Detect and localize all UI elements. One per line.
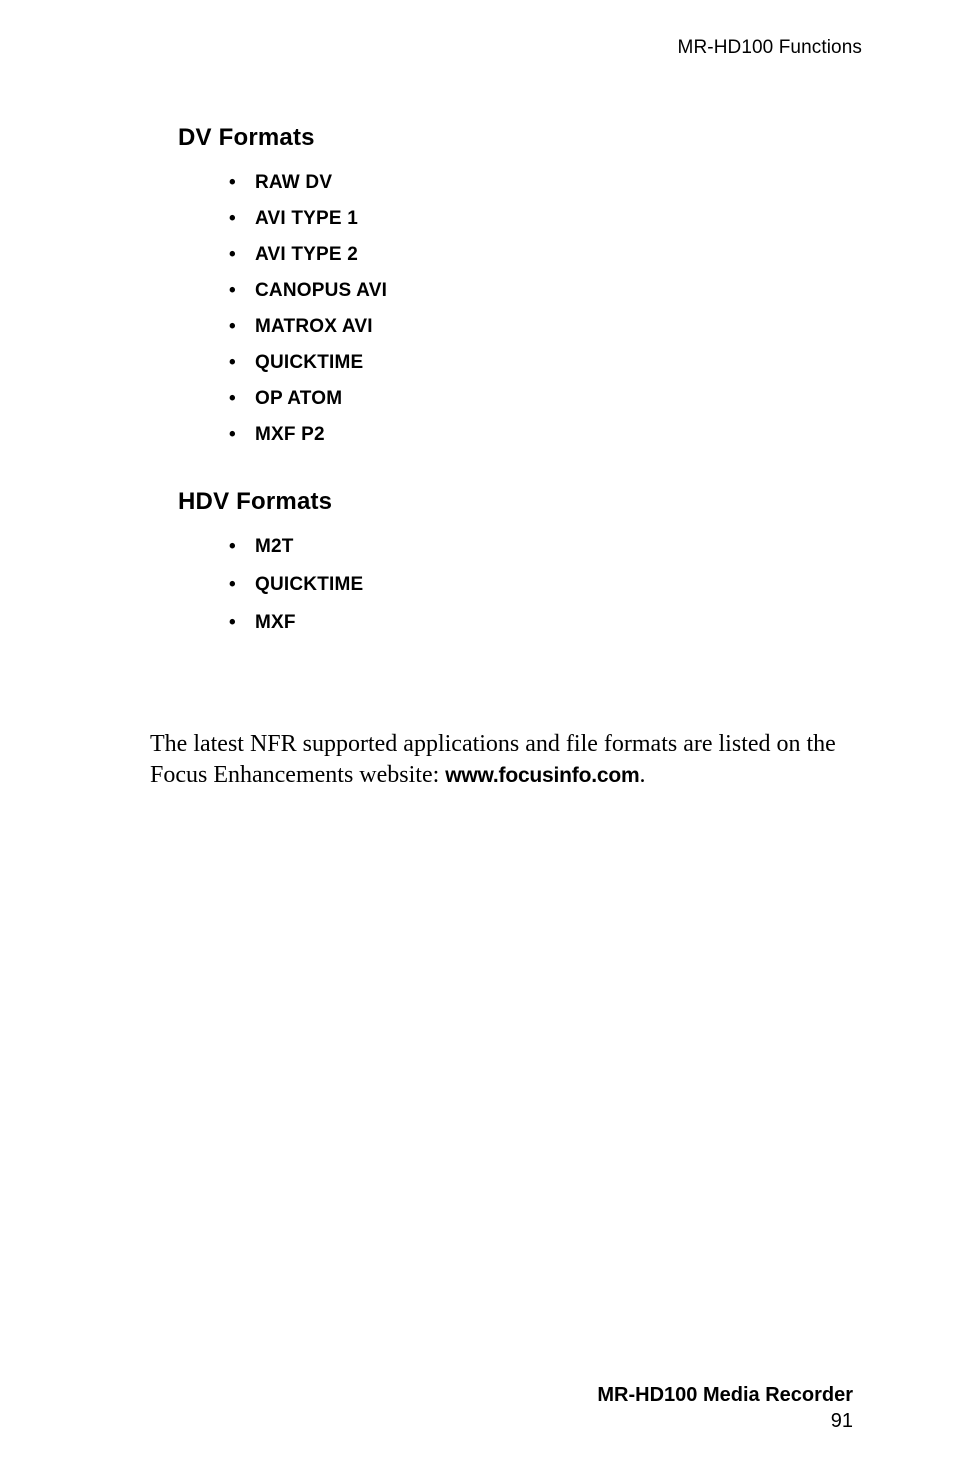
bullet-point-icon: • — [229, 574, 236, 595]
bullet-list-dv-formats: • RAW DV • AVI TYPE 1 • AVI TYPE 2 • CAN… — [229, 172, 387, 460]
list-item-label: AVI TYPE 2 — [255, 244, 359, 265]
list-item: • QUICKTIME — [229, 574, 363, 612]
bullet-point-icon: • — [229, 388, 236, 409]
running-header: MR-HD100 Functions — [677, 37, 862, 58]
list-item: • MATROX AVI — [229, 316, 387, 352]
list-item: • M2T — [229, 536, 363, 574]
list-item: • QUICKTIME — [229, 352, 387, 388]
website-url-text: www.focusinfo.com — [445, 764, 640, 787]
list-item-label: M2T — [255, 536, 294, 557]
list-item-label: QUICKTIME — [255, 352, 364, 373]
section-heading-hdv-formats: HDV Formats — [178, 488, 333, 515]
list-item-label: AVI TYPE 1 — [255, 208, 359, 229]
list-item: • RAW DV — [229, 172, 387, 208]
document-page: MR-HD100 Functions DV Formats • RAW DV •… — [0, 0, 954, 1475]
section-heading-dv-formats: DV Formats — [178, 124, 315, 151]
list-item: • MXF — [229, 612, 363, 650]
list-item-label: QUICKTIME — [255, 574, 364, 595]
bullet-point-icon: • — [229, 280, 236, 301]
list-item: • AVI TYPE 1 — [229, 208, 387, 244]
body-paragraph: The latest NFR supported applications an… — [150, 729, 862, 791]
list-item-label: CANOPUS AVI — [255, 280, 388, 301]
list-item-label: RAW DV — [255, 172, 333, 193]
bullet-point-icon: • — [229, 536, 236, 557]
bullet-point-icon: • — [229, 612, 236, 633]
list-item-label: MXF P2 — [255, 424, 325, 445]
list-item-label: MATROX AVI — [255, 316, 373, 337]
bullet-point-icon: • — [229, 208, 236, 229]
bullet-list-hdv-formats: • M2T • QUICKTIME • MXF — [229, 536, 363, 650]
list-item: • MXF P2 — [229, 424, 387, 460]
page-number: 91 — [830, 1410, 853, 1432]
running-footer-product: MR-HD100 Media Recorder — [597, 1384, 853, 1406]
list-item-label: MXF — [255, 612, 296, 633]
bullet-point-icon: • — [229, 244, 236, 265]
bullet-point-icon: • — [229, 316, 236, 337]
list-item: • AVI TYPE 2 — [229, 244, 387, 280]
paragraph-text-trail: . — [639, 762, 646, 788]
list-item-label: OP ATOM — [255, 388, 343, 409]
list-item: • OP ATOM — [229, 388, 387, 424]
list-item: • CANOPUS AVI — [229, 280, 387, 316]
bullet-point-icon: • — [229, 424, 236, 445]
bullet-point-icon: • — [229, 352, 236, 373]
bullet-point-icon: • — [229, 172, 236, 193]
